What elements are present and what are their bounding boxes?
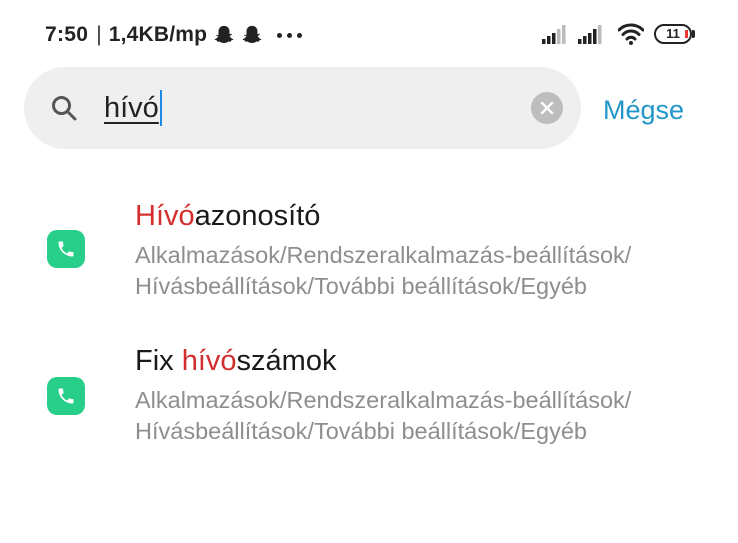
title-prefix: Fix: [135, 345, 182, 377]
search-result-item[interactable]: Fix hívószámok Alkalmazások/Rendszeralka…: [0, 330, 738, 460]
wifi-icon: [618, 23, 644, 45]
more-dots-icon: [277, 32, 303, 38]
path-line: Hívásbeállítások/További beállítások/Egy…: [135, 273, 587, 299]
search-box[interactable]: hívó: [24, 67, 581, 149]
network-speed: 1,4KB/mp: [108, 23, 208, 46]
phone-app-icon: [47, 377, 85, 415]
clock: 7:50: [45, 23, 89, 46]
phone-icon: [58, 241, 74, 257]
text-cursor: [160, 90, 162, 126]
title-suffix: számok: [236, 345, 337, 377]
cancel-button[interactable]: Mégse: [603, 90, 684, 130]
query-highlight: Hívó: [135, 200, 195, 232]
result-title: Fix hívószámok: [135, 345, 336, 378]
close-icon: [540, 101, 554, 115]
phone-app-icon: [47, 230, 85, 268]
snapchat-ghost-icon: [214, 25, 234, 43]
result-path: Alkalmazások/Rendszeralkalmazás-beállítá…: [135, 240, 715, 302]
battery-low-fill: [685, 30, 688, 38]
phone-icon: [58, 388, 74, 404]
status-bar: 7:50 | 1,4KB/mp 11: [0, 0, 738, 66]
result-title: Hívóazonosító: [135, 200, 320, 233]
battery-tip: [692, 30, 695, 38]
clear-search-button[interactable]: [531, 92, 563, 124]
status-bar-left: 7:50 | 1,4KB/mp: [45, 21, 303, 49]
path-line: Alkalmazások/Rendszeralkalmazás-beállítá…: [135, 242, 632, 268]
path-line: Alkalmazások/Rendszeralkalmazás-beállítá…: [135, 387, 632, 413]
snapchat-ghost-icon: [242, 25, 262, 43]
signal-icon: [578, 25, 602, 44]
battery-icon: 11: [654, 24, 695, 44]
result-path: Alkalmazások/Rendszeralkalmazás-beállítá…: [135, 385, 715, 447]
status-bar-right: 11: [542, 22, 695, 46]
settings-search-screen: 7:50 | 1,4KB/mp 11 hívó Mégse Hívóazonos…: [0, 0, 738, 543]
search-result-item[interactable]: Hívóazonosító Alkalmazások/Rendszeralkal…: [0, 185, 738, 315]
path-line: Hívásbeállítások/További beállítások/Egy…: [135, 418, 587, 444]
query-highlight: hívó: [181, 345, 237, 377]
search-input[interactable]: hívó: [104, 86, 159, 130]
search-icon: [52, 96, 77, 121]
status-separator: |: [96, 23, 102, 46]
signal-icon: [542, 25, 566, 44]
title-suffix: azonosító: [194, 200, 321, 232]
